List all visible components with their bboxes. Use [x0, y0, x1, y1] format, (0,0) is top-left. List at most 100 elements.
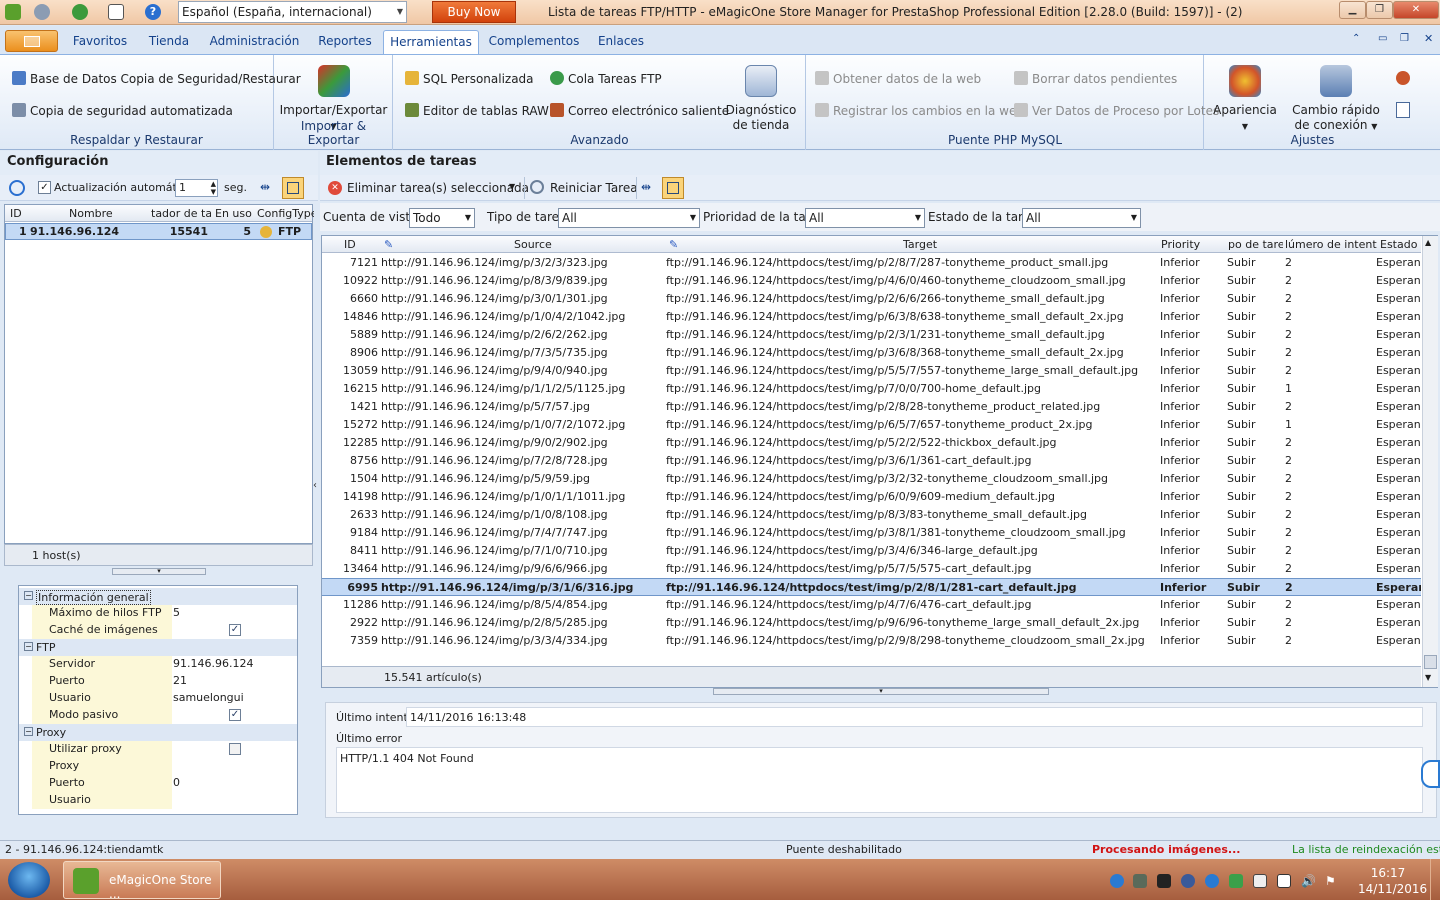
use-proxy-checkbox[interactable] [229, 743, 241, 755]
prop-value[interactable] [172, 792, 297, 809]
ribbon-collapse-icon[interactable]: ⌃ [1352, 33, 1360, 44]
prop-use-proxy[interactable]: Utilizar proxy [19, 741, 297, 758]
refresh-icon[interactable] [9, 180, 25, 196]
mdi-close-icon[interactable]: ✕ [1424, 32, 1433, 45]
collapse-icon[interactable]: − [24, 642, 33, 651]
splitter-handle[interactable]: ▾ [112, 568, 206, 575]
prop-value[interactable]: 5 [172, 605, 297, 622]
table-row[interactable]: 1 91.146.96.124 15541 5 FTP [5, 223, 312, 240]
table-row[interactable]: 14846 http://91.146.96.124/img/p/1/0/4/2/… [322, 308, 1421, 326]
table-row[interactable]: 13464 http://91.146.96.124/img/p/9/6/6/96… [322, 560, 1421, 578]
prop-value[interactable]: 0 [172, 775, 297, 792]
prop-passive-mode[interactable]: Modo pasivo ✓ [19, 707, 297, 724]
gear-icon[interactable] [34, 4, 50, 20]
prop-user[interactable]: Usuario samuelongui [19, 690, 297, 707]
priority-select[interactable]: All ▼ [805, 208, 925, 228]
category-general[interactable]: − Información general [19, 588, 297, 605]
chevron-down-icon[interactable]: ▼ [509, 182, 515, 191]
table-row[interactable]: 16215 http://91.146.96.124/img/p/1/1/2/5/… [322, 380, 1421, 398]
batch-data-button[interactable]: Ver Datos de Proceso por Lotes [1014, 103, 1219, 118]
views-select[interactable]: Todo ▼ [409, 208, 475, 228]
quick-connection-button[interactable]: Cambio rápido de conexión ▼ [1287, 65, 1385, 134]
col-source[interactable]: Source [514, 238, 574, 251]
splitter-handle[interactable]: ▾ [713, 688, 1049, 695]
taskbar-app-button[interactable]: eMagicOne Store ... [63, 861, 221, 900]
tab-tienda[interactable]: Tienda [139, 30, 199, 54]
help-icon[interactable]: ? [145, 4, 161, 20]
user-icon[interactable] [1396, 71, 1410, 85]
application-menu-button[interactable] [5, 30, 58, 52]
columns-icon[interactable]: ⇹ [260, 180, 276, 196]
category-ftp[interactable]: − FTP [19, 639, 297, 656]
tray-app-icon[interactable] [1253, 874, 1267, 888]
notes-icon[interactable] [1396, 102, 1410, 118]
vertical-scrollbar[interactable]: ▲ ▼ [1422, 236, 1438, 687]
language-select[interactable]: Español (España, internacional) ▼ [178, 1, 407, 23]
teamviewer-icon[interactable] [1110, 874, 1124, 888]
col-id[interactable]: ID [344, 238, 374, 251]
tab-complementos[interactable]: Complementos [482, 30, 586, 54]
table-row[interactable]: 14198 http://91.146.96.124/img/p/1/0/1/1/… [322, 488, 1421, 506]
category-proxy[interactable]: − Proxy [19, 724, 297, 741]
collapse-left-pane-icon[interactable]: ‹ [313, 480, 321, 500]
minimize-button[interactable]: ▁ [1339, 1, 1366, 19]
close-button[interactable]: ✕ [1393, 1, 1439, 19]
scroll-up-icon[interactable]: ▲ [1425, 238, 1431, 247]
window-icon[interactable] [108, 4, 124, 20]
appearance-button[interactable]: Apariencia ▼ [1205, 65, 1285, 134]
outgoing-email-button[interactable]: Correo electrónico saliente [550, 103, 729, 118]
mdi-minimize-icon[interactable]: ▭ [1378, 33, 1387, 44]
table-row[interactable]: 1421 http://91.146.96.124/img/p/5/7/57.jp… [322, 398, 1421, 416]
flag-icon[interactable]: ⚑ [1325, 874, 1339, 888]
spinner-arrows-icon[interactable]: ▲ ▼ [211, 180, 216, 196]
table-row[interactable]: 10922 http://91.146.96.124/img/p/8/3/9/83… [322, 272, 1421, 290]
table-row[interactable]: 12285 http://91.146.96.124/img/p/9/0/2/90… [322, 434, 1421, 452]
col-priority[interactable]: Priority [1161, 238, 1221, 251]
col-state[interactable]: Estado [1380, 238, 1421, 251]
prop-port[interactable]: Puerto 21 [19, 673, 297, 690]
maximize-button[interactable]: ❐ [1366, 1, 1393, 19]
image-cache-checkbox[interactable]: ✓ [229, 624, 241, 636]
clear-pending-button[interactable]: Borrar datos pendientes [1014, 71, 1177, 86]
table-row[interactable]: 8411 http://91.146.96.124/img/p/7/1/0/710… [322, 542, 1421, 560]
table-row[interactable]: 13059 http://91.146.96.124/img/p/9/4/0/94… [322, 362, 1421, 380]
col-task-type[interactable]: po de tare [1228, 238, 1283, 251]
tab-favoritos[interactable]: Favoritos [64, 30, 136, 54]
table-row[interactable]: 8756 http://91.146.96.124/img/p/7/2/8/728… [322, 452, 1421, 470]
prop-value[interactable]: samuelongui [172, 690, 297, 707]
log-web-changes-button[interactable]: Registrar los cambios en la web [815, 103, 1024, 118]
last-error-field[interactable]: HTTP/1.1 404 Not Found [336, 747, 1423, 813]
shield-icon[interactable] [1181, 874, 1195, 888]
col-name[interactable]: Nombre [69, 207, 139, 220]
tray-app-icon[interactable] [1205, 874, 1219, 888]
volume-icon[interactable]: 🔊 [1301, 874, 1316, 888]
state-select[interactable]: All ▼ [1022, 208, 1141, 228]
restart-task-button[interactable]: Reiniciar Tarea [550, 181, 638, 195]
col-in-use[interactable]: En uso [215, 207, 260, 220]
collapse-icon[interactable]: − [24, 727, 33, 736]
tab-herramientas[interactable]: Herramientas [383, 30, 479, 54]
prop-proxy-user[interactable]: Usuario [19, 792, 297, 809]
tab-reportes[interactable]: Reportes [310, 30, 380, 54]
db-backup-button[interactable]: Base de Datos Copia de Seguridad/Restaur… [12, 71, 301, 86]
table-row[interactable]: 6995 http://91.146.96.124/img/p/3/1/6/316… [322, 578, 1421, 596]
prop-proxy[interactable]: Proxy [19, 758, 297, 775]
table-row[interactable]: 7121 http://91.146.96.124/img/p/3/2/3/323… [322, 254, 1421, 272]
delete-tasks-button[interactable]: Eliminar tarea(s) seleccionada [347, 181, 529, 195]
table-row[interactable]: 2633 http://91.146.96.124/img/p/1/0/8/108… [322, 506, 1421, 524]
buy-now-button[interactable]: Buy Now [432, 1, 516, 23]
prop-server[interactable]: Servidor 91.146.96.124 [19, 656, 297, 673]
raw-table-editor-button[interactable]: Editor de tablas RAW [405, 103, 549, 118]
network-icon[interactable] [1277, 874, 1291, 888]
table-row[interactable]: 8906 http://91.146.96.124/img/p/7/3/5/735… [322, 344, 1421, 362]
auto-backup-button[interactable]: Copia de seguridad automatizada [12, 103, 233, 118]
prop-image-cache[interactable]: Caché de imágenes ✓ [19, 622, 297, 639]
table-row[interactable]: 2922 http://91.146.96.124/img/p/2/8/5/285… [322, 614, 1421, 632]
tray-app-icon[interactable] [1229, 874, 1243, 888]
windows-start-button[interactable] [8, 862, 50, 898]
table-row[interactable]: 5889 http://91.146.96.124/img/p/2/6/2/262… [322, 326, 1421, 344]
table-row[interactable]: 6660 http://91.146.96.124/img/p/3/0/1/301… [322, 290, 1421, 308]
scroll-down-icon[interactable]: ▼ [1425, 673, 1431, 682]
table-row[interactable]: 9184 http://91.146.96.124/img/p/7/4/7/747… [322, 524, 1421, 542]
custom-sql-button[interactable]: SQL Personalizada [405, 71, 534, 86]
